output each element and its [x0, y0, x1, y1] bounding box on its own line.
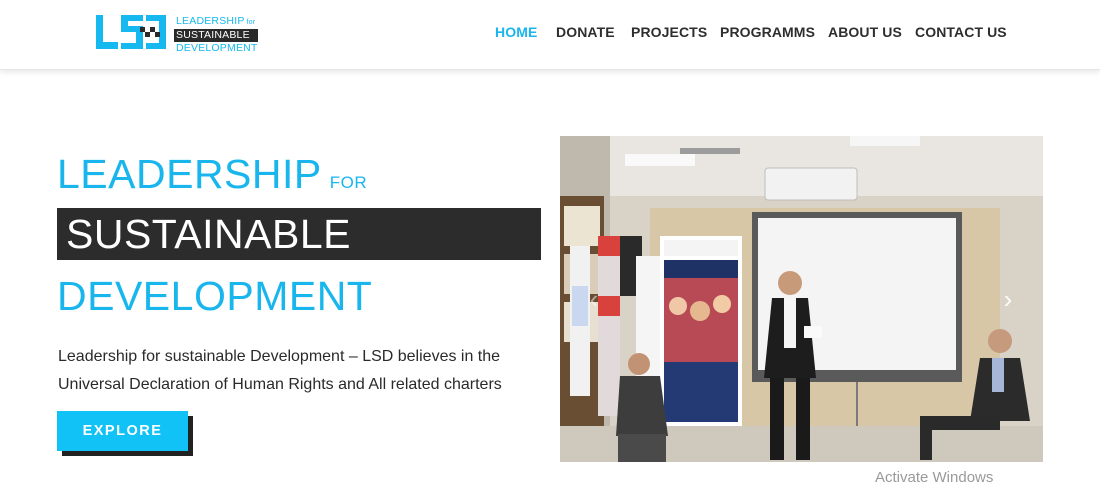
hero-title-leadership: LEADERSHIP — [57, 151, 322, 197]
explore-button[interactable]: EXPLORE — [57, 411, 188, 451]
slider-prev-chevron-left-icon[interactable]: ‹ — [582, 284, 606, 314]
hero-title-line-1: LEADERSHIP FOR — [57, 150, 367, 207]
nav-home[interactable]: HOME — [495, 24, 537, 40]
nav-contact-us[interactable]: CONTACT US — [915, 24, 1007, 40]
hero-title-line-2: SUSTAINABLE — [66, 211, 351, 257]
logo-line-3: DEVELOPMENT — [176, 42, 258, 54]
site-header: LEADERSHIP for SUSTAINABLE DEVELOPMENT HO… — [0, 0, 1100, 70]
logo-line-1: LEADERSHIP — [176, 15, 245, 27]
nav-programms[interactable]: PROGRAMMS — [720, 24, 815, 40]
activate-windows-watermark: Activate Windows — [875, 469, 994, 482]
logo[interactable]: LEADERSHIP for SUSTAINABLE DEVELOPMENT — [96, 13, 261, 55]
slide-photo — [560, 136, 1043, 462]
slider-next-chevron-right-icon[interactable]: › — [996, 284, 1020, 314]
nav-projects[interactable]: PROJECTS — [631, 24, 707, 40]
logo-text: LEADERSHIP for SUSTAINABLE DEVELOPMENT — [174, 15, 258, 55]
nav-donate[interactable]: DONATE — [556, 24, 615, 40]
logo-mark-icon — [96, 15, 166, 49]
hero-description: Leadership for sustainable Development –… — [58, 348, 502, 393]
hero-title-line-3: DEVELOPMENT — [57, 273, 373, 319]
hero-title-for: FOR — [329, 173, 368, 192]
logo-line-1-small: for — [246, 19, 256, 26]
hero-image-slider[interactable]: ‹ › — [560, 136, 1043, 462]
logo-line-2: SUSTAINABLE — [174, 29, 258, 42]
nav-about-us[interactable]: ABOUT US — [828, 24, 902, 40]
